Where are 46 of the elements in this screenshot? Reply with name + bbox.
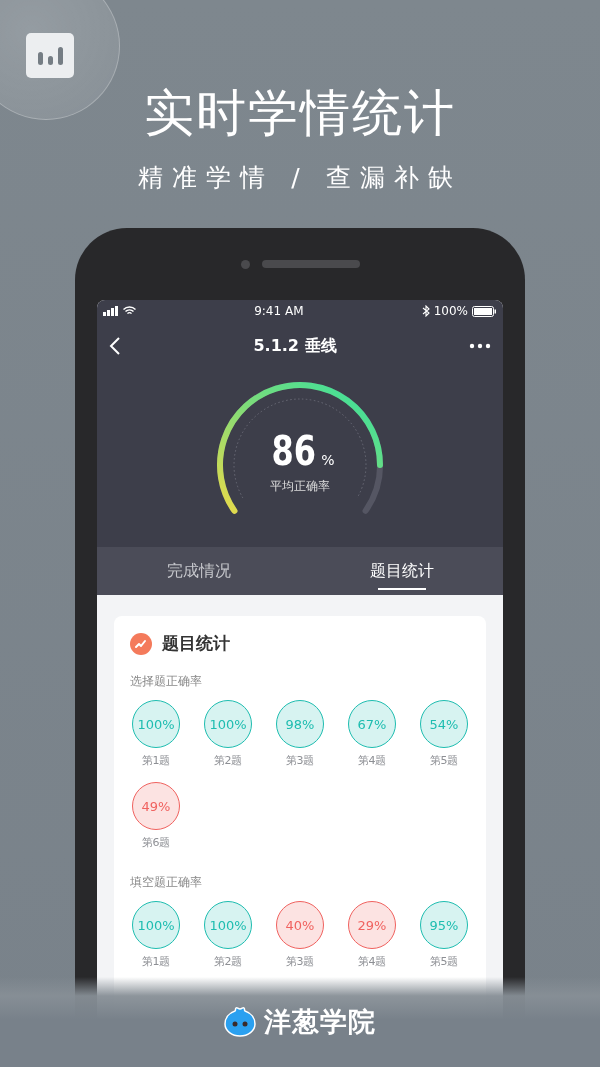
gauge-label: 平均正确率 xyxy=(269,478,331,495)
mascot-icon xyxy=(224,1006,256,1038)
accuracy-value: 86 xyxy=(271,428,316,474)
percent-unit: % xyxy=(321,452,335,468)
tab[interactable]: 完成情况 xyxy=(97,547,300,595)
question-label: 第5题 xyxy=(429,954,459,969)
rate-circle: 100% xyxy=(132,700,180,748)
back-icon[interactable] xyxy=(109,336,121,356)
question-label: 第3题 xyxy=(285,753,315,768)
question-label: 第5题 xyxy=(429,753,459,768)
section-title: 选择题正确率 xyxy=(130,673,203,690)
promo-title: 实时学情统计 xyxy=(143,83,457,144)
page-title: 5.1.2 垂线 xyxy=(253,335,337,357)
question-label: 第4题 xyxy=(357,753,387,768)
rate-circle: 54% xyxy=(420,700,468,748)
camera-dot xyxy=(240,259,250,269)
promo-subtitle: 精准学情 / 查漏补缺 xyxy=(137,162,463,194)
card-title: 题目统计 xyxy=(162,632,230,655)
question-label: 第4题 xyxy=(357,954,387,969)
battery-percent: 100% xyxy=(433,304,468,318)
rate-circle: 67% xyxy=(348,700,396,748)
question-label: 第2题 xyxy=(213,954,243,969)
question-label: 第6题 xyxy=(141,835,171,850)
rate-circle: 100% xyxy=(204,901,252,949)
more-icon[interactable] xyxy=(469,343,491,349)
section-title: 填空题正确率 xyxy=(130,874,203,891)
battery-icon xyxy=(472,305,497,317)
status-time: 9:41 AM xyxy=(254,304,304,318)
bar-chart-icon xyxy=(26,33,74,78)
tab[interactable]: 题目统计 xyxy=(300,547,503,595)
question-label: 第1题 xyxy=(141,753,171,768)
rate-circle: 100% xyxy=(132,901,180,949)
rate-circle: 95% xyxy=(420,901,468,949)
trend-icon xyxy=(130,632,152,655)
question-label: 第2题 xyxy=(213,753,243,768)
rate-circle: 40% xyxy=(276,901,324,949)
question-label: 第1题 xyxy=(141,954,171,969)
question-label: 第3题 xyxy=(285,954,315,969)
signal-icon xyxy=(103,306,119,316)
rate-circle: 100% xyxy=(204,700,252,748)
rate-circle: 49% xyxy=(132,782,180,830)
rate-circle: 98% xyxy=(276,700,324,748)
rate-circle: 29% xyxy=(348,901,396,949)
wifi-icon xyxy=(123,306,136,316)
bluetooth-icon xyxy=(421,305,430,317)
brand-name: 洋葱学院 xyxy=(264,1005,376,1039)
